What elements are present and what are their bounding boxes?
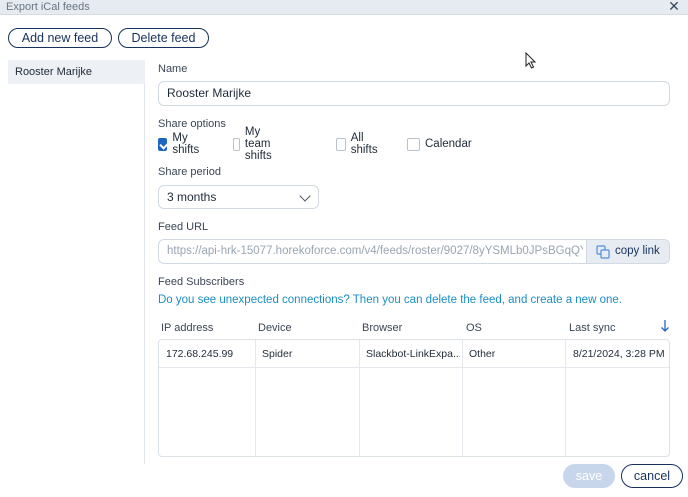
all-shifts-checkbox[interactable]: All shifts: [336, 132, 381, 156]
checkbox-checked-icon: [158, 137, 168, 151]
cell-last-sync: 8/21/2024, 3:28 PM: [573, 348, 665, 360]
all-shifts-label: All shifts: [350, 132, 378, 156]
checkbox-icon: [407, 137, 420, 151]
checkbox-icon: [336, 137, 346, 151]
feed-url-label: Feed URL: [158, 221, 209, 233]
share-options-label: Share options: [158, 118, 226, 130]
column-ip-address[interactable]: IP address: [161, 322, 213, 334]
my-shifts-checkbox[interactable]: My shifts: [158, 132, 203, 156]
mouse-cursor-icon: [525, 52, 536, 69]
window-title: Export iCal feeds: [6, 1, 90, 13]
checkbox-icon: [233, 137, 240, 151]
table-header: IP address Device Browser OS Last sync: [158, 319, 670, 336]
cell-ip-address: 172.68.245.99: [166, 348, 234, 360]
my-team-shifts-label: My team shifts: [244, 126, 272, 162]
subscribers-table: 172.68.245.99 Spider Slackbot-LinkExpa..…: [158, 339, 670, 457]
copy-link-label: copy link: [615, 245, 660, 257]
column-last-sync[interactable]: Last sync: [569, 322, 615, 334]
subscribers-hint: Do you see unexpected connections? Then …: [158, 294, 622, 306]
feed-list-item[interactable]: Rooster Marijke: [8, 60, 145, 84]
feed-subscribers-label: Feed Subscribers: [158, 276, 245, 288]
save-button[interactable]: save: [563, 464, 615, 488]
delete-feed-button[interactable]: Delete feed: [118, 28, 209, 48]
table-row[interactable]: 172.68.245.99 Spider Slackbot-LinkExpa..…: [159, 340, 669, 368]
copy-link-button[interactable]: copy link: [586, 240, 669, 263]
calendar-checkbox[interactable]: Calendar: [407, 136, 472, 152]
share-period-label: Share period: [158, 166, 221, 178]
name-label: Name: [158, 63, 188, 75]
column-browser[interactable]: Browser: [362, 322, 402, 334]
column-device[interactable]: Device: [258, 322, 292, 334]
feed-url-field: https://api-hrk-15077.horekoforce.com/v4…: [158, 239, 670, 264]
chevron-down-icon: [299, 190, 311, 202]
add-new-feed-button[interactable]: Add new feed: [8, 28, 112, 48]
cell-os: Other: [469, 348, 496, 360]
column-os[interactable]: OS: [466, 322, 482, 334]
feed-url-input[interactable]: https://api-hrk-15077.horekoforce.com/v4…: [167, 240, 583, 263]
name-input[interactable]: Rooster Marijke: [158, 81, 670, 106]
cell-browser: Slackbot-LinkExpa...: [366, 348, 460, 360]
share-period-select[interactable]: 3 months: [158, 185, 319, 209]
copy-icon: [596, 245, 610, 259]
feed-list: Rooster Marijke: [8, 60, 145, 464]
cell-device: Spider: [262, 348, 293, 360]
my-shifts-label: My shifts: [172, 132, 200, 156]
title-bar: Export iCal feeds ✕: [0, 0, 688, 15]
close-icon[interactable]: ✕: [668, 0, 680, 13]
sort-down-arrow-icon[interactable]: [660, 319, 670, 333]
calendar-label: Calendar: [425, 138, 472, 150]
share-period-value: 3 months: [167, 190, 217, 204]
my-team-shifts-checkbox[interactable]: My team shifts: [233, 126, 278, 162]
cancel-button[interactable]: cancel: [621, 464, 683, 488]
